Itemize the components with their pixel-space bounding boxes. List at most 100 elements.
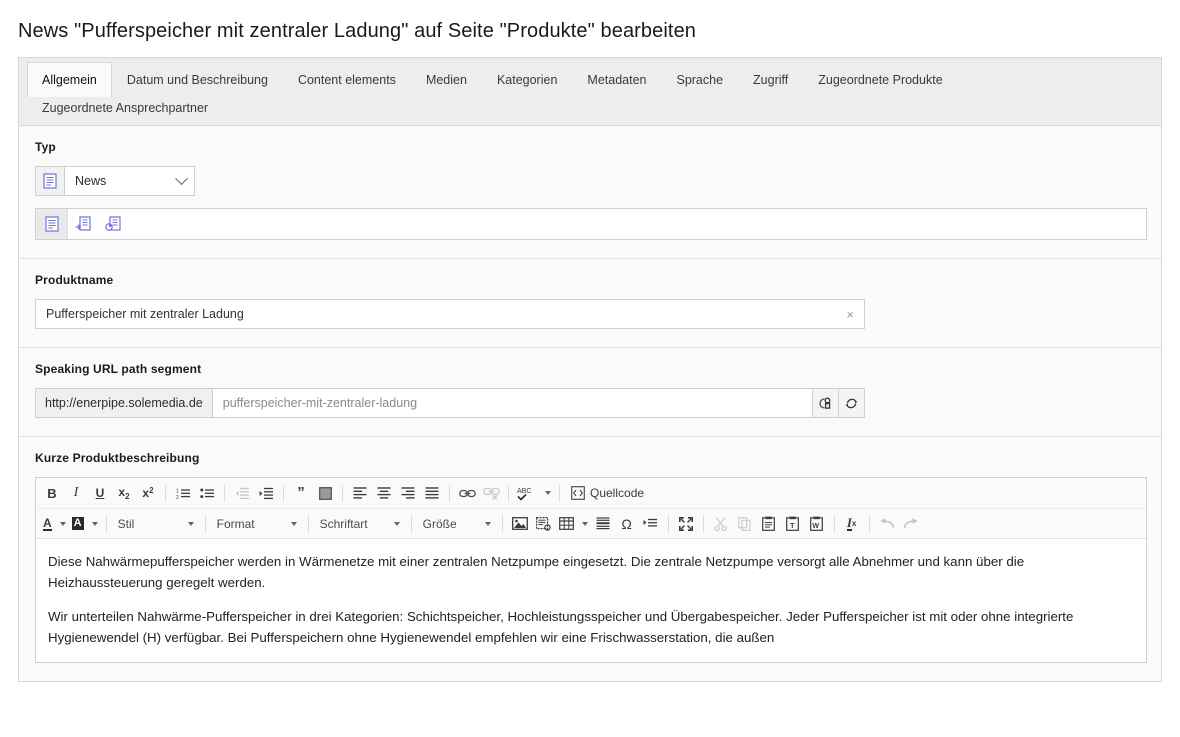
produktname-label: Produktname	[35, 273, 114, 287]
subscript-icon[interactable]: x2	[112, 481, 136, 505]
chevron-down-icon	[290, 521, 297, 526]
paste-as-text-icon[interactable]: T	[781, 512, 805, 536]
align-left-icon[interactable]	[348, 481, 372, 505]
tab-allgemein[interactable]: Allgemein	[27, 62, 112, 97]
lock-link-icon[interactable]	[813, 388, 839, 418]
typ-select[interactable]: News	[65, 166, 195, 196]
tab-content-elements[interactable]: Content elements	[283, 62, 411, 96]
paste-from-word-icon[interactable]: W	[805, 512, 829, 536]
clear-icon[interactable]: ×	[846, 308, 854, 321]
blockquote-icon[interactable]: ”	[289, 481, 313, 505]
tab-metadaten[interactable]: Metadaten	[572, 62, 661, 96]
svg-text:T: T	[790, 521, 795, 530]
underline-icon[interactable]: U	[88, 481, 112, 505]
toolbar-separator	[307, 515, 309, 532]
text-color-icon[interactable]: A	[40, 512, 69, 536]
superscript-icon[interactable]: x2	[136, 481, 160, 505]
tab-sprache[interactable]: Sprache	[661, 62, 738, 96]
toolbar-separator	[449, 484, 450, 502]
recreate-refresh-icon[interactable]	[839, 388, 865, 418]
toolbar-separator	[224, 484, 225, 502]
italic-icon[interactable]: I	[64, 481, 88, 505]
tab-datum-und-beschreibung[interactable]: Datum und Beschreibung	[112, 62, 283, 96]
increase-indent-icon[interactable]	[254, 481, 278, 505]
bulleted-list-icon[interactable]	[195, 481, 219, 505]
svg-text:2: 2	[176, 495, 179, 500]
chevron-down-icon	[175, 171, 188, 185]
font-dropdown[interactable]: Schriftart	[314, 513, 406, 535]
news-type-default-icon[interactable]	[36, 209, 68, 239]
source-code-button[interactable]: Quellcode	[565, 486, 650, 500]
styles-dropdown-label: Stil	[117, 516, 135, 531]
rich-text-editor: B I U x2 x2 1 2 ” ABC Quellcode A A Stil…	[35, 477, 1147, 664]
typ-subtype-toolbar	[35, 208, 1147, 240]
chevron-down-icon	[91, 521, 98, 526]
source-code-icon	[571, 486, 585, 500]
rte-toolbar: B I U x2 x2 1 2 ” ABC Quellcode A A Stil…	[36, 478, 1146, 539]
section-speaking-url: Speaking URL path segment http://enerpip…	[19, 348, 1161, 437]
tab-kategorien[interactable]: Kategorien	[482, 62, 572, 96]
div-container-icon[interactable]	[313, 481, 337, 505]
format-dropdown[interactable]: Format	[211, 513, 303, 535]
tab-bar: Allgemein Datum und Beschreibung Content…	[19, 58, 1161, 126]
chevron-down-icon	[484, 521, 491, 526]
styles-dropdown[interactable]: Stil	[112, 513, 200, 535]
chevron-down-icon	[187, 521, 194, 526]
produktname-input[interactable]: Pufferspeicher mit zentraler Ladung ×	[35, 299, 865, 329]
tab-zugeordnete-produkte[interactable]: Zugeordnete Produkte	[803, 62, 957, 96]
background-color-icon[interactable]: A	[69, 512, 101, 536]
undo-icon	[875, 512, 899, 536]
svg-text:1: 1	[176, 488, 179, 494]
page-break-icon[interactable]	[639, 512, 663, 536]
bold-icon[interactable]: B	[40, 481, 64, 505]
chevron-down-icon	[393, 521, 400, 526]
remove-format-icon[interactable]: Ix	[840, 512, 864, 536]
fontsize-dropdown[interactable]: Größe	[417, 513, 497, 535]
toolbar-separator	[559, 484, 560, 502]
align-justify-icon[interactable]	[420, 481, 444, 505]
toolbar-separator	[410, 515, 412, 532]
section-produktname: Produktname Pufferspeicher mit zentraler…	[19, 259, 1161, 348]
typ-select-value: News	[75, 174, 107, 188]
special-character-icon[interactable]: Ω	[615, 512, 639, 536]
svg-text:W: W	[813, 523, 820, 530]
tab-zugriff[interactable]: Zugriff	[738, 62, 803, 96]
align-right-icon[interactable]	[396, 481, 420, 505]
image-icon[interactable]	[508, 512, 532, 536]
paste-icon[interactable]	[757, 512, 781, 536]
typ-select-group: News	[35, 166, 195, 196]
rte-toolbar-row-1: B I U x2 x2 1 2 ” ABC Quellcode	[36, 478, 1146, 508]
font-dropdown-label: Schriftart	[319, 516, 368, 531]
align-center-icon[interactable]	[372, 481, 396, 505]
url-prefix: http://enerpipe.solemedia.de	[35, 388, 213, 418]
rte-content-area[interactable]: Diese Nahwärmepufferspeicher werden in W…	[36, 539, 1146, 648]
toolbar-separator	[833, 515, 835, 532]
fontsize-dropdown-label: Größe	[422, 516, 457, 531]
tab-row-secondary: Zugeordnete Ansprechpartner	[19, 96, 1161, 125]
decrease-indent-icon	[230, 481, 254, 505]
toolbar-separator	[667, 515, 669, 532]
tab-zugeordnete-ansprechpartner[interactable]: Zugeordnete Ansprechpartner	[27, 96, 223, 125]
unlink-icon	[479, 481, 503, 505]
link-icon[interactable]	[455, 481, 479, 505]
speaking-url-input[interactable]: pufferspeicher-mit-zentraler-ladung	[212, 388, 813, 418]
news-type-internal-link-icon[interactable]	[68, 209, 98, 239]
spellcheck-icon[interactable]: ABC	[514, 481, 554, 505]
news-type-external-link-icon[interactable]	[98, 209, 128, 239]
speaking-url-group: http://enerpipe.solemedia.de pufferspeic…	[35, 388, 865, 418]
maximize-icon[interactable]	[674, 512, 698, 536]
toolbar-separator	[105, 515, 107, 532]
templates-icon[interactable]	[532, 512, 556, 536]
chevron-down-icon	[59, 521, 66, 526]
chevron-down-icon	[545, 491, 551, 495]
page-title: News "Pufferspeicher mit zentraler Ladun…	[18, 20, 697, 42]
tab-medien[interactable]: Medien	[411, 62, 482, 96]
numbered-list-icon[interactable]: 1 2	[171, 481, 195, 505]
typ-label: Typ	[35, 140, 56, 154]
horizontal-rule-icon[interactable]	[591, 512, 615, 536]
source-code-label: Quellcode	[590, 486, 645, 500]
toolbar-separator	[702, 515, 704, 532]
toolbar-separator	[508, 484, 509, 502]
cut-icon	[709, 512, 733, 536]
table-icon[interactable]	[556, 512, 591, 536]
